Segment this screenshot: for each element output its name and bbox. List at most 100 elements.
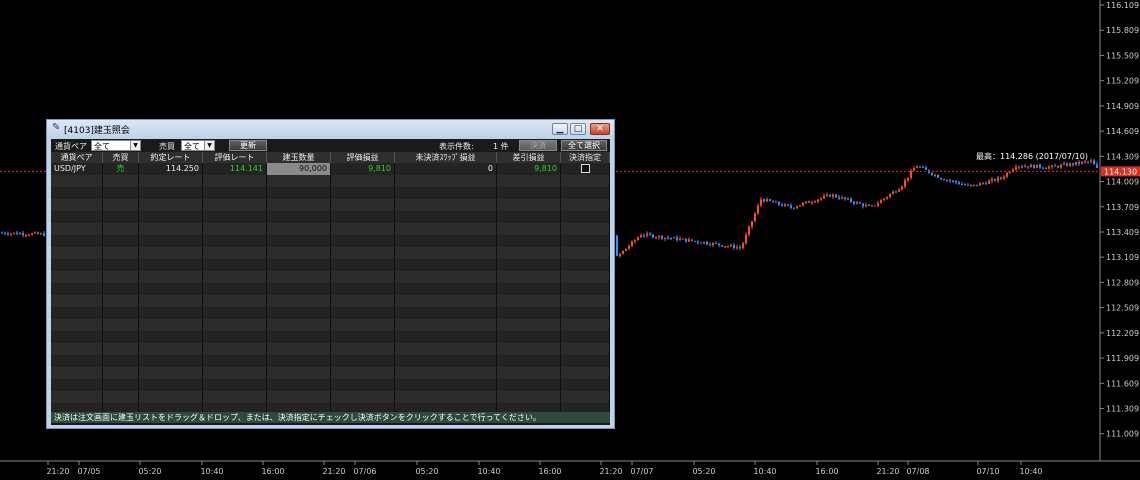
- price-axis-label: 114.009: [1106, 178, 1139, 187]
- empty-cell: [139, 367, 203, 379]
- empty-cell: [331, 367, 395, 379]
- pair-filter-select[interactable]: 全て ▼: [91, 140, 141, 151]
- empty-cell: [267, 199, 331, 211]
- empty-cell: [103, 175, 139, 187]
- empty-cell: [561, 307, 610, 319]
- empty-cell: [561, 319, 610, 331]
- price-axis-label: 114.309: [1106, 152, 1139, 161]
- candle-body: [661, 235, 663, 239]
- candle-body: [958, 182, 960, 184]
- table-row: [51, 175, 610, 187]
- candle-body: [997, 177, 999, 181]
- candle-body: [1054, 165, 1056, 167]
- candle-body: [865, 205, 867, 207]
- candle-body: [970, 184, 972, 186]
- price-axis-label: 114.909: [1106, 102, 1139, 111]
- time-axis-label: 07/06: [353, 467, 376, 476]
- empty-cell: [103, 319, 139, 331]
- empty-cell: [103, 355, 139, 367]
- candle-body: [679, 238, 681, 241]
- column-header[interactable]: 評価レート: [203, 152, 267, 163]
- candle-body: [1039, 164, 1041, 168]
- candle-body: [742, 243, 744, 248]
- chevron-down-icon[interactable]: ▼: [204, 141, 214, 150]
- candle-body: [640, 235, 642, 238]
- empty-cell: [267, 367, 331, 379]
- candle-body: [850, 198, 852, 202]
- candle-body: [790, 205, 792, 208]
- candle-body: [709, 244, 711, 246]
- empty-cell: [331, 259, 395, 271]
- candle-body: [853, 201, 855, 204]
- empty-cell: [331, 235, 395, 247]
- candle-body: [4, 232, 6, 234]
- empty-cell: [139, 175, 203, 187]
- column-header[interactable]: 決済指定: [561, 152, 610, 163]
- column-header[interactable]: 未決済ｽﾜｯﾌﾟ損益: [395, 152, 497, 163]
- column-header[interactable]: 売買: [103, 152, 139, 163]
- candle-body: [37, 232, 39, 234]
- empty-cell: [497, 331, 561, 343]
- empty-cell: [395, 247, 497, 259]
- candle-body: [1081, 161, 1083, 164]
- side-filter-select[interactable]: 全て ▼: [181, 140, 215, 151]
- settle-button[interactable]: 決済: [519, 140, 557, 151]
- candle-body: [664, 237, 666, 239]
- empty-cell: [51, 391, 103, 403]
- candle-body: [1072, 163, 1074, 165]
- price-axis-label: 113.709: [1106, 203, 1139, 212]
- empty-cell: [497, 235, 561, 247]
- table-row: [51, 259, 610, 271]
- chevron-down-icon[interactable]: ▼: [130, 141, 140, 150]
- close-button[interactable]: ✕: [590, 123, 610, 135]
- empty-cell: [139, 211, 203, 223]
- candle-body: [856, 202, 858, 204]
- position-inquiry-window[interactable]: ✎ [4103]建玉照会 ▁ □ ✕ 通貨ペア 全て ▼ 売買 全て ▼ 更新 表示…: [46, 119, 615, 429]
- empty-cell: [103, 235, 139, 247]
- empty-cell: [561, 271, 610, 283]
- candle-body: [988, 180, 990, 184]
- candle-body: [10, 233, 12, 235]
- candle-body: [964, 184, 966, 186]
- refresh-button[interactable]: 更新: [229, 140, 267, 151]
- column-header[interactable]: 約定レート: [139, 152, 203, 163]
- empty-cell: [561, 343, 610, 355]
- empty-cell: [51, 283, 103, 295]
- candle-body: [1030, 164, 1032, 168]
- settle-checkbox[interactable]: [580, 164, 590, 173]
- empty-cell: [331, 271, 395, 283]
- window-titlebar[interactable]: ✎ [4103]建玉照会 ▁ □ ✕: [47, 120, 614, 138]
- empty-cell: [51, 307, 103, 319]
- minimize-button[interactable]: ▁: [552, 123, 568, 135]
- empty-cell: [395, 343, 497, 355]
- empty-cell: [497, 187, 561, 199]
- empty-cell: [395, 319, 497, 331]
- price-axis-label: 112.509: [1106, 304, 1139, 313]
- column-header[interactable]: 差引損益: [497, 152, 561, 163]
- empty-cell: [561, 223, 610, 235]
- table-cell: 9,810: [497, 163, 561, 175]
- table-row[interactable]: USD/JPY 売 114.250 114.141 90,000 9,810 0 9,810: [51, 163, 610, 175]
- column-header[interactable]: 評価損益: [331, 152, 395, 163]
- candle-body: [823, 195, 825, 199]
- empty-cell: [203, 211, 267, 223]
- table-row: [51, 271, 610, 283]
- candle-body: [784, 204, 786, 206]
- empty-cell: [203, 187, 267, 199]
- select-all-button[interactable]: 全て選択: [561, 140, 607, 151]
- table-cell: 114.250: [139, 163, 203, 175]
- empty-cell: [561, 199, 610, 211]
- column-header[interactable]: 通貨ペア: [51, 152, 103, 163]
- column-header[interactable]: 建玉数量: [267, 152, 331, 163]
- empty-cell: [267, 211, 331, 223]
- candle-body: [817, 199, 819, 202]
- candle-body: [808, 201, 810, 203]
- settle-checkbox-cell: [561, 163, 610, 175]
- time-axis-label: 16:00: [538, 467, 561, 476]
- empty-cell: [561, 259, 610, 271]
- empty-cell: [497, 391, 561, 403]
- candle-body: [841, 197, 843, 199]
- side-filter-label: 売買: [159, 142, 175, 151]
- maximize-button[interactable]: □: [570, 123, 586, 135]
- candle-body: [43, 233, 45, 236]
